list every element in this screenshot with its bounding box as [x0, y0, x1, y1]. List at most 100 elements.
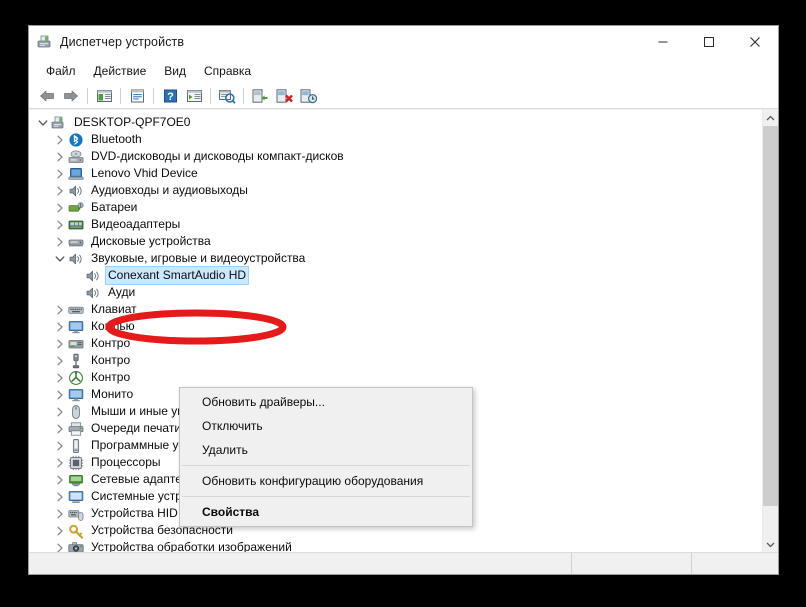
context-menu-item[interactable]: Удалить [180, 438, 472, 462]
context-menu-item[interactable]: Свойства [180, 500, 472, 524]
tree-node[interactable]: Bluetooth [29, 131, 762, 148]
chevron-up-icon[interactable] [763, 110, 778, 126]
chevron-right-icon[interactable] [52, 234, 68, 250]
chevron-right-icon[interactable] [52, 302, 68, 318]
chevron-down-icon[interactable] [52, 251, 68, 267]
tree-node[interactable]: Клавиат [29, 301, 762, 318]
forward-arrow-icon[interactable] [60, 85, 82, 107]
properties-icon[interactable] [126, 85, 148, 107]
update-driver-icon[interactable] [249, 85, 271, 107]
close-button[interactable] [732, 26, 778, 57]
laptop-icon [68, 166, 84, 182]
chevron-down-icon[interactable] [763, 536, 778, 552]
chevron-down-icon[interactable] [35, 115, 51, 131]
show-hide-console-tree-icon[interactable] [93, 85, 115, 107]
chevron-right-icon[interactable] [52, 523, 68, 539]
tree-node[interactable]: Ауди [29, 284, 762, 301]
tree-node[interactable]: Компью [29, 318, 762, 335]
tree-node[interactable]: Батареи [29, 199, 762, 216]
chevron-right-icon[interactable] [52, 370, 68, 386]
toolbar-separator [120, 87, 121, 104]
tree-node[interactable]: Видеоадаптеры [29, 216, 762, 233]
speaker-icon [85, 268, 101, 284]
back-arrow-icon[interactable] [36, 85, 58, 107]
chevron-right-icon[interactable] [52, 506, 68, 522]
status-pane-2 [572, 553, 692, 574]
uninstall-device-icon[interactable] [273, 85, 295, 107]
chevron-right-icon[interactable] [52, 472, 68, 488]
tree-node[interactable]: Контро [29, 369, 762, 386]
tree-node-label: Очереди печати [91, 421, 182, 435]
chevron-right-icon[interactable] [52, 149, 68, 165]
menu-file[interactable]: Файл [37, 61, 85, 81]
menu-action[interactable]: Действие [85, 61, 156, 81]
chevron-right-icon[interactable] [52, 489, 68, 505]
context-menu-item[interactable]: Обновить драйверы... [180, 390, 472, 414]
tree-node-label: Lenovo Vhid Device [91, 166, 198, 180]
tree-node-label: Контро [91, 353, 131, 367]
tree-node[interactable]: Conexant SmartAudio HD [29, 266, 762, 285]
chevron-right-icon[interactable] [52, 319, 68, 335]
tree-node[interactable]: Дисковые устройства [29, 233, 762, 250]
scrollbar-thumb[interactable] [763, 126, 778, 506]
tree-node[interactable]: DESKTOP-QPF7OE0 [29, 114, 762, 131]
tree-node-label: Устройства обработки изображений [91, 540, 292, 552]
menu-bar: Файл Действие Вид Справка [29, 58, 778, 83]
tree-node-label: Аудиовходы и аудиовыходы [91, 183, 248, 197]
tree-node-label: Клавиат [91, 302, 137, 316]
tree-node-label: Компью [91, 319, 135, 333]
chevron-right-icon[interactable] [52, 455, 68, 471]
dvd-drive-icon [68, 149, 84, 165]
system-device-icon [68, 489, 84, 505]
toolbar-separator [243, 87, 244, 104]
chevron-right-icon[interactable] [52, 166, 68, 182]
tree-node-label: Контро [91, 336, 131, 350]
tree-node[interactable]: Звуковые, игровые и видеоустройства [29, 250, 762, 267]
chevron-right-icon[interactable] [52, 353, 68, 369]
vertical-scrollbar[interactable] [762, 110, 778, 552]
speaker-icon [85, 285, 101, 301]
chevron-right-icon[interactable] [52, 540, 68, 553]
chevron-right-icon[interactable] [52, 404, 68, 420]
content-area: DESKTOP-QPF7OE0 Bluetooth DVD-дисководы и … [29, 109, 778, 552]
context-menu-separator [182, 465, 470, 466]
tree-node-label: Процессоры [91, 455, 161, 469]
menu-help[interactable]: Справка [195, 61, 260, 81]
menu-view[interactable]: Вид [155, 61, 195, 81]
toolbar: ? [29, 83, 778, 109]
context-menu-item[interactable]: Обновить конфигурацию оборудования [180, 469, 472, 493]
chevron-right-icon[interactable] [52, 183, 68, 199]
tree-node-label: DVD-дисководы и дисководы компакт-дисков [91, 149, 344, 163]
status-bar [29, 552, 778, 574]
tree-node[interactable]: Контро [29, 352, 762, 369]
chevron-right-icon[interactable] [52, 132, 68, 148]
maximize-button[interactable] [686, 26, 732, 57]
chevron-right-icon[interactable] [52, 421, 68, 437]
scan-hardware-changes-icon[interactable] [216, 85, 238, 107]
disable-device-icon[interactable] [297, 85, 319, 107]
security-device-icon [68, 523, 84, 539]
window-title: Диспетчер устройств [60, 35, 185, 49]
svg-text:?: ? [167, 91, 174, 103]
window-controls [640, 26, 778, 57]
context-menu[interactable]: Обновить драйверы... Отключить Удалить Обно… [179, 387, 473, 527]
tree-node[interactable]: Аудиовходы и аудиовыходы [29, 182, 762, 199]
chevron-right-icon[interactable] [52, 387, 68, 403]
display-adapter-icon [68, 217, 84, 233]
help-icon[interactable]: ? [159, 85, 181, 107]
chevron-right-icon[interactable] [52, 336, 68, 352]
tree-node[interactable]: Lenovo Vhid Device [29, 165, 762, 182]
tree-node[interactable]: Контро [29, 335, 762, 352]
view-icon[interactable] [183, 85, 205, 107]
processor-icon [68, 455, 84, 471]
tree-node[interactable]: Устройства обработки изображений [29, 539, 762, 552]
device-manager-icon [37, 34, 53, 50]
minimize-button[interactable] [640, 26, 686, 57]
chevron-right-icon[interactable] [52, 200, 68, 216]
chevron-right-icon[interactable] [52, 217, 68, 233]
context-menu-item[interactable]: Отключить [180, 414, 472, 438]
scrollbar-track[interactable] [763, 126, 778, 536]
chevron-right-icon[interactable] [52, 438, 68, 454]
tree-node[interactable]: DVD-дисководы и дисководы компакт-дисков [29, 148, 762, 165]
toolbar-separator [87, 87, 88, 104]
